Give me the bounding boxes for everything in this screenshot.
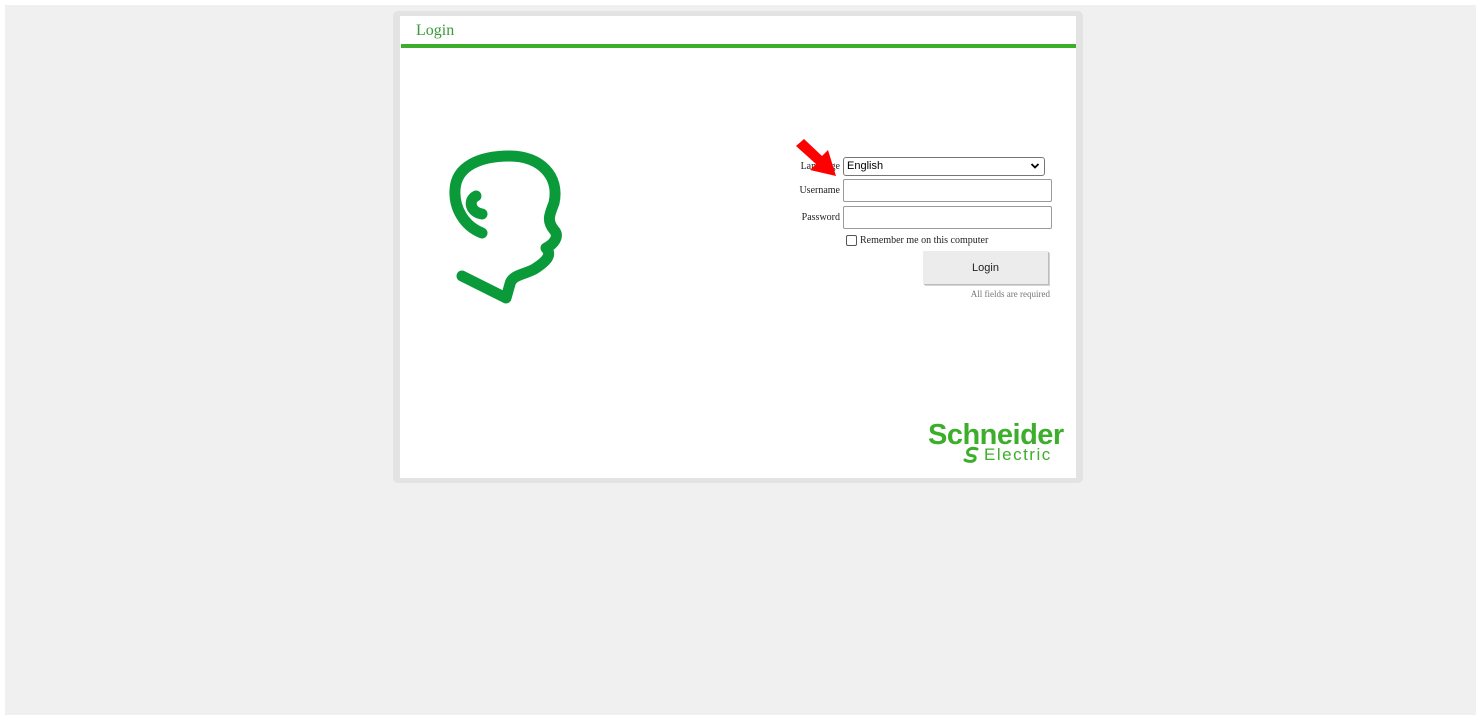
language-select[interactable]: English (843, 157, 1045, 176)
schneider-mark-icon (963, 446, 979, 463)
brand-sub-row: Electric (962, 446, 1052, 464)
schneider-electric-logo: Schneider Electric (928, 420, 1068, 464)
login-button[interactable]: Login (923, 251, 1048, 284)
panel-title: Login (416, 22, 455, 39)
title-underline (401, 44, 1076, 48)
login-panel: Login Language English Username Password… (400, 16, 1076, 478)
required-note: All fields are required (970, 289, 1050, 299)
language-select-value: English (847, 160, 884, 172)
username-label: Username (799, 185, 840, 196)
password-label: Password (801, 212, 840, 223)
remember-me-label[interactable]: Remember me on this computer (860, 235, 988, 246)
password-input[interactable] (843, 206, 1052, 229)
username-input[interactable] (843, 179, 1052, 202)
red-arrow-icon (796, 139, 836, 176)
chevron-down-icon (1030, 163, 1040, 169)
brand-sub: Electric (984, 445, 1052, 464)
remember-me-row: Remember me on this computer (846, 235, 988, 246)
remember-me-checkbox[interactable] (846, 235, 857, 246)
head-profile-logo (449, 150, 562, 304)
